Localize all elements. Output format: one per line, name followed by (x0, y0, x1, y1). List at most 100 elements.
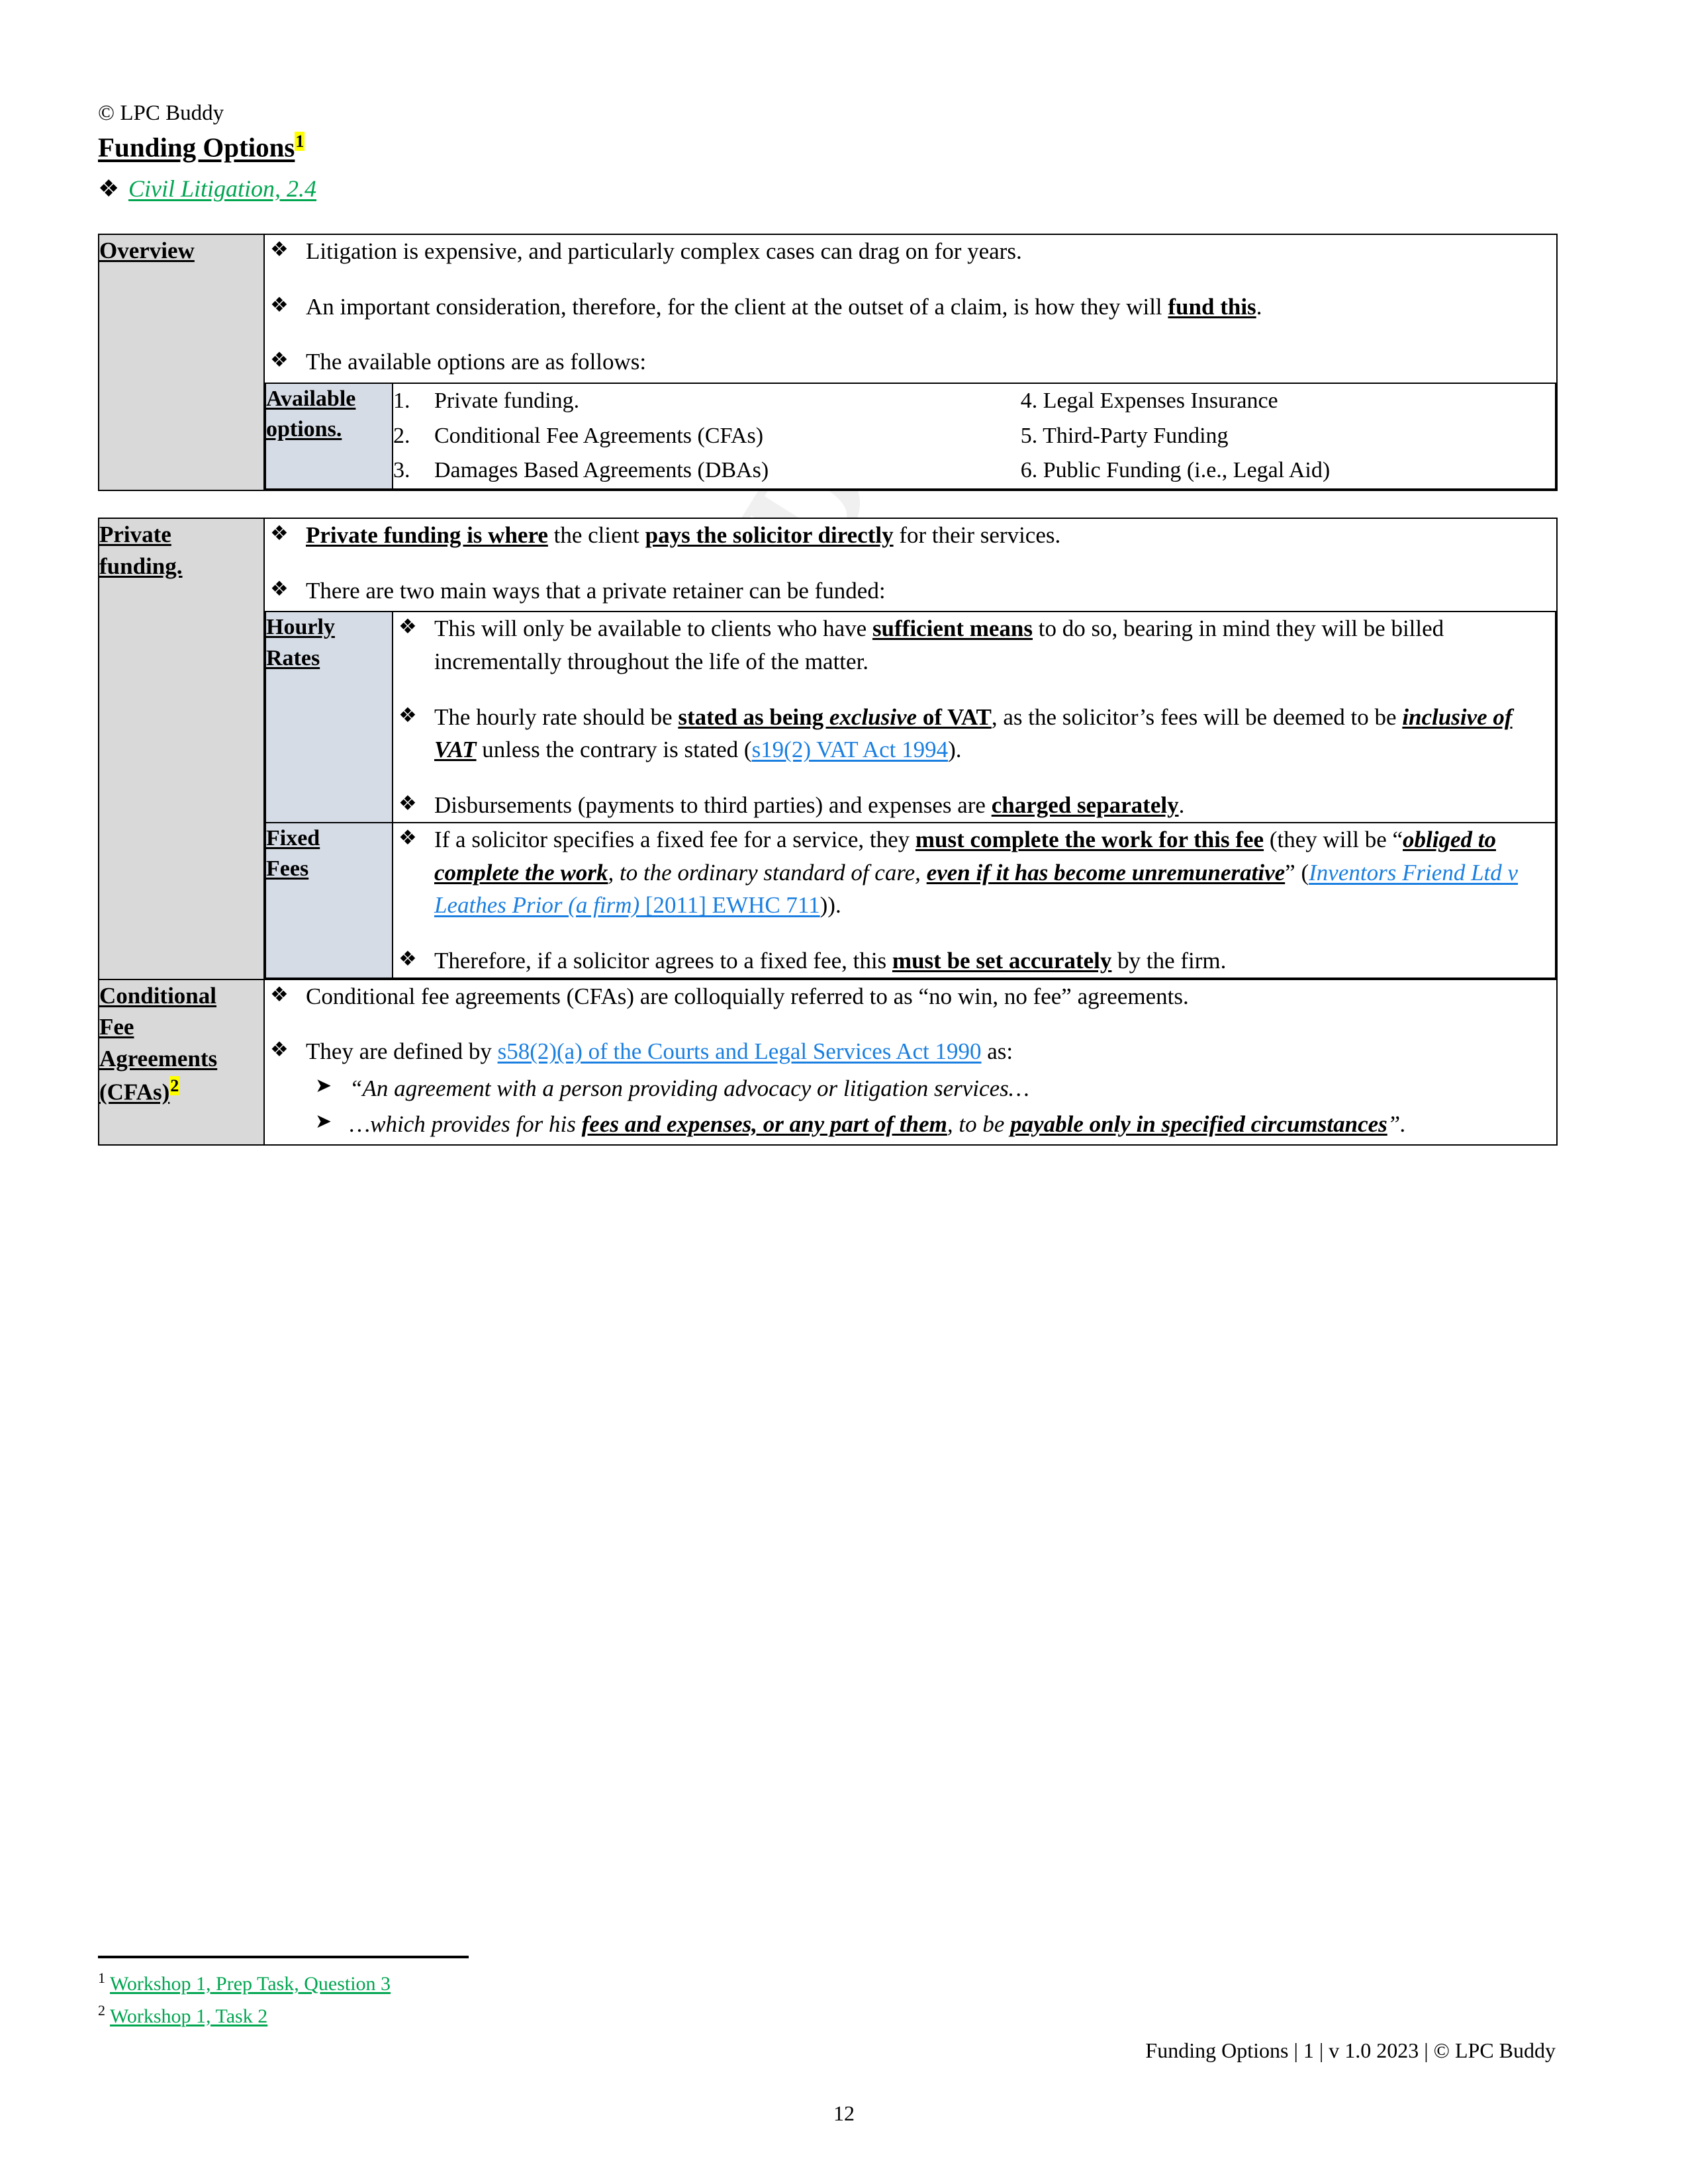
list-item: ❖ The available options are as follows: (265, 345, 1556, 379)
subject-reference: ❖ Civil Litigation, 2.4 (98, 173, 1556, 205)
cfa-body-cell: ❖ Conditional fee agreements (CFAs) are c… (263, 978, 1558, 1146)
overview-point-3: The available options are as follows: (306, 349, 647, 375)
diamond-bullet-icon: ❖ (98, 175, 120, 203)
footnote-1-number: 1 (98, 1970, 105, 1986)
hourly-p1-emphasis: sufficient means (872, 615, 1033, 642)
overview-bullet-list: ❖ Litigation is expensive, and particular… (265, 235, 1556, 379)
list-item: ❖ This will only be available to clients … (393, 612, 1555, 678)
cfa-bullet-list: ❖ Conditional fee agreements (CFAs) are c… (265, 980, 1556, 1141)
diamond-bullet-icon: ❖ (399, 615, 417, 639)
fixed-fees-label-line1: Fixed (266, 825, 320, 850)
private-funding-point2: There are two main ways that a private r… (306, 577, 886, 604)
overview-point-1: Litigation is expensive, and particularl… (306, 238, 1022, 264)
footnote-2-link[interactable]: Workshop 1, Task 2 (110, 2005, 267, 2027)
footnote-2: 2 Workshop 1, Task 2 (98, 2000, 1554, 2031)
private-funding-label-line1: Private (99, 522, 171, 547)
cfa-point2-a: They are defined by (306, 1038, 498, 1065)
fixed-p2-a: Therefore, if a solicitor agrees to a fi… (434, 947, 892, 974)
available-options-label-line2: options. (266, 417, 342, 442)
hourly-p2-d: ). (948, 737, 962, 763)
hourly-p2-bolditalic1: exclusive (829, 704, 917, 730)
title-footnote-marker: 1 (295, 132, 305, 152)
diamond-bullet-icon: ❖ (399, 703, 417, 727)
options-column-left: 1. Private funding. 2. Conditional Fee Agr… (393, 384, 1021, 488)
available-options-body-cell: 1. Private funding. 2. Conditional Fee Agr… (392, 382, 1556, 490)
footnote-1-link[interactable]: Workshop 1, Prep Task, Question 3 (110, 1973, 391, 1995)
available-options-table: Available options. 1. Private funding. 2.… (265, 382, 1556, 490)
hourly-rates-label-line1: Hourly (266, 615, 335, 640)
option-number: 3. (393, 458, 410, 483)
funding-details-table: Private funding. ❖ Private funding is whe… (98, 518, 1558, 1146)
hourly-p3-emphasis: charged separately (991, 792, 1179, 819)
private-funding-bullet-list: ❖ Private funding is where the client pay… (265, 519, 1556, 607)
cfa-label-line2: Fee (99, 1014, 134, 1040)
list-item: ❖ Disbursements (payments to third partie… (393, 789, 1555, 822)
fixed-p1-b: (they will be “ (1264, 826, 1403, 852)
list-item: ❖ There are two main ways that a private … (265, 574, 1556, 608)
list-item: ❖ Private funding is where the client pay… (265, 519, 1556, 552)
cfa-label-line4: (CFAs) (99, 1079, 170, 1105)
cfa-label-line3: Agreements (99, 1045, 218, 1071)
cfa-footnote-marker: 2 (169, 1076, 180, 1096)
footnote-1: 1 Workshop 1, Prep Task, Question 3 (98, 1968, 1554, 1999)
private-funding-body-cell: ❖ Private funding is where the client pay… (263, 518, 1558, 980)
fixed-p1-c: ” ( (1285, 859, 1309, 886)
list-item: ❖ Litigation is expensive, and particular… (265, 235, 1556, 268)
list-item: ➤ …which provides for his fees and expens… (306, 1108, 1556, 1141)
fixed-p2-emphasis: must be set accurately (892, 947, 1112, 974)
cfa-quote-2-b: , to be (947, 1111, 1011, 1137)
diamond-bullet-icon: ❖ (270, 348, 289, 372)
table-row: Overview ❖ Litigation is expensive, and p… (98, 233, 1558, 492)
available-options-label-line1: Available (266, 386, 356, 411)
overview-point-2-emphasis: fund this (1168, 293, 1256, 320)
hourly-p2-c: unless the contrary is stated ( (476, 737, 752, 763)
fixed-fees-bullet-list: ❖ If a solicitor specifies a fixed fee fo… (393, 823, 1555, 978)
hourly-p2-bold1: stated as being (678, 704, 829, 730)
fixed-p1-italic1: , to the ordinary standard of care, (608, 859, 927, 886)
list-item: ❖ An important consideration, therefore, … (265, 291, 1556, 324)
cfa-label-line1: Conditional (99, 982, 216, 1009)
option-label: 6. Public Funding (i.e., Legal Aid) (1020, 458, 1331, 483)
overview-table: Overview ❖ Litigation is expensive, and p… (98, 233, 1558, 492)
list-item: ❖ Conditional fee agreements (CFAs) are c… (265, 980, 1556, 1013)
cfa-quote-2-bold2: payable only in specified circumstances (1010, 1111, 1387, 1137)
fixed-fees-body-cell: ❖ If a solicitor specifies a fixed fee fo… (392, 821, 1556, 979)
overview-label: Overview (99, 237, 195, 263)
subject-link[interactable]: Civil Litigation, 2.4 (128, 175, 316, 202)
hourly-p3-b: . (1178, 792, 1185, 819)
page-number: 12 (833, 2101, 855, 2125)
courts-legal-services-act-link[interactable]: s58(2)(a) of the Courts and Legal Servic… (498, 1038, 982, 1064)
list-item: 6. Public Funding (i.e., Legal Aid) (1021, 453, 1555, 488)
private-funding-point1-mid: the client (547, 522, 645, 548)
option-number: 2. (393, 423, 410, 448)
fixed-p1-bold1: must complete the work for this fee (915, 826, 1264, 852)
fixed-fees-label-line2: Fees (266, 856, 309, 882)
diamond-bullet-icon: ❖ (270, 293, 289, 316)
list-item: ❖ If a solicitor specifies a fixed fee fo… (393, 823, 1555, 922)
vat-act-link[interactable]: s19(2) VAT Act 1994 (752, 737, 949, 762)
cfa-point2-b: as: (981, 1038, 1013, 1065)
option-number: 1. (393, 388, 410, 413)
footer-info: Funding Options | 1 | v 1.0 2023 | © LPC… (1145, 2038, 1556, 2062)
fixed-p1-bolditalic2: even if it has become unremunerative (926, 859, 1286, 886)
page-title: Funding Options1 (98, 131, 1556, 171)
case-citation-reference-link[interactable]: [2011] EWHC 711 (639, 892, 820, 918)
hourly-p1-a: This will only be available to clients w… (434, 615, 872, 642)
hourly-rates-label-line2: Rates (266, 645, 320, 670)
diamond-bullet-icon: ❖ (399, 792, 417, 815)
list-item: ❖ The hourly rate should be stated as bei… (393, 701, 1555, 766)
cfa-quote-list: ➤ “An agreement with a person providing a… (306, 1072, 1556, 1140)
overview-body-cell: ❖ Litigation is expensive, and particular… (263, 233, 1558, 492)
diamond-bullet-icon: ❖ (270, 237, 289, 261)
cfa-quote-2-bold1: fees and expenses, or any part of them (581, 1111, 947, 1137)
list-item: ❖ They are defined by s58(2)(a) of the Co… (265, 1035, 1556, 1140)
fixed-p2-b: by the firm. (1111, 947, 1227, 974)
option-label: Damages Based Agreements (DBAs) (434, 458, 769, 483)
diamond-bullet-icon: ❖ (270, 1038, 289, 1062)
available-options-label-cell: Available options. (265, 382, 393, 490)
hourly-p2-a: The hourly rate should be (434, 704, 679, 730)
footnote-2-number: 2 (98, 2001, 105, 2019)
fixed-fees-label-cell: Fixed Fees (265, 821, 393, 979)
list-item: 1. Private funding. (393, 384, 1021, 419)
copyright-line: © LPC Buddy (98, 101, 224, 125)
